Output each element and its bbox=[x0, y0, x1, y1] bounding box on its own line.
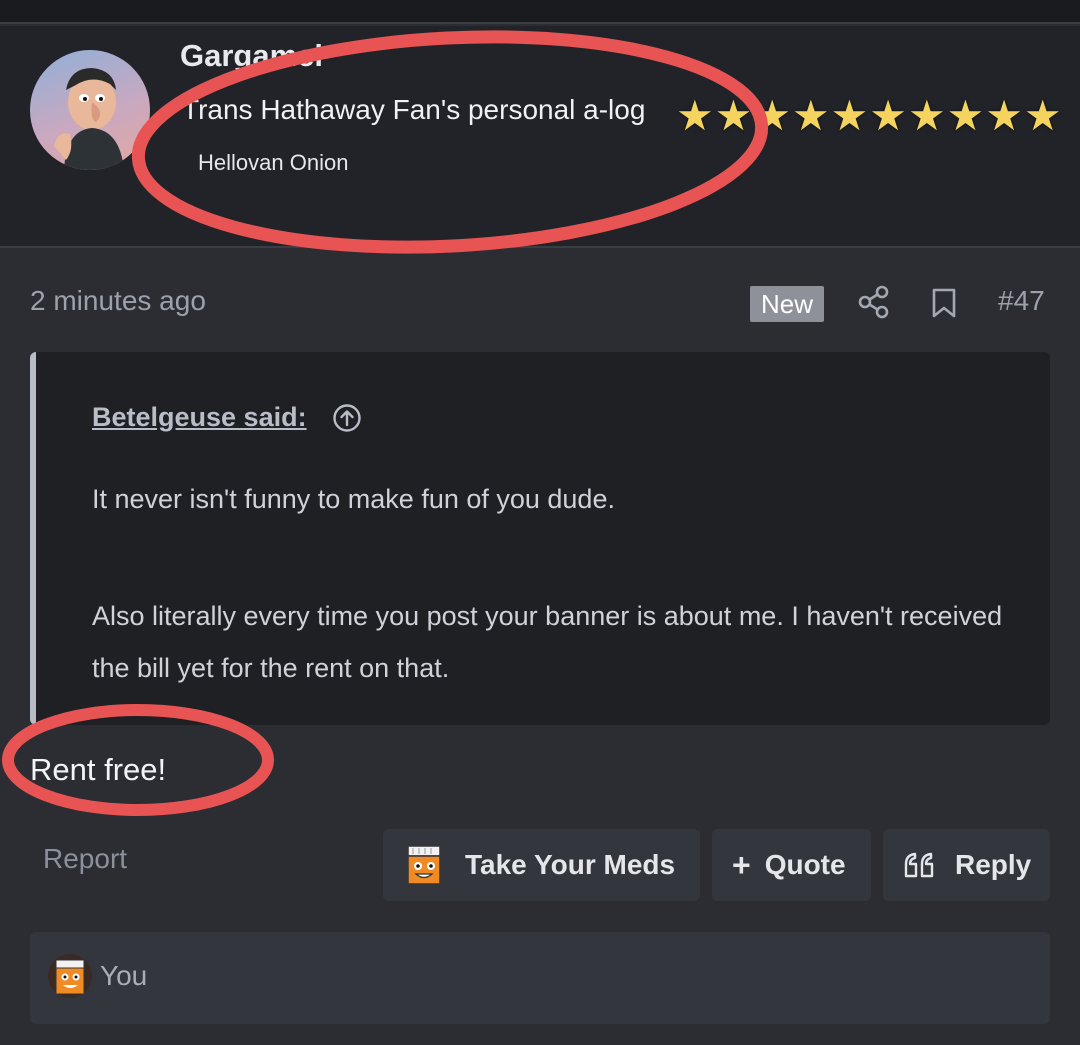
post-number[interactable]: #47 bbox=[998, 285, 1045, 317]
reaction-avatar[interactable] bbox=[48, 954, 92, 998]
bookmark-icon[interactable] bbox=[930, 287, 958, 319]
star-icon: ★ bbox=[676, 91, 714, 140]
star-icon: ★ bbox=[1023, 91, 1062, 140]
post-timestamp[interactable]: 2 minutes ago bbox=[30, 285, 206, 317]
post-body: Rent free! bbox=[30, 752, 167, 787]
star-icon: ★ bbox=[869, 91, 907, 140]
take-your-meds-label: Take Your Meds bbox=[465, 849, 676, 880]
quote-marks-icon bbox=[903, 850, 937, 880]
share-icon[interactable] bbox=[858, 285, 890, 319]
user-title: Trans Hathaway Fan's personal a-log bbox=[182, 94, 646, 125]
username[interactable]: Gargamel bbox=[180, 38, 323, 74]
reactions-bar bbox=[30, 932, 1050, 1024]
star-rating: ★ ★ ★ ★ ★ ★ ★ ★ ★ ★ bbox=[676, 91, 1062, 140]
quote-text: It never isn't funny to make fun of you … bbox=[92, 484, 615, 514]
star-icon: ★ bbox=[985, 91, 1023, 140]
user-subtitle: Hellovan Onion bbox=[198, 150, 349, 175]
plus-icon: + bbox=[732, 846, 751, 883]
top-bar bbox=[0, 0, 1080, 24]
report-link[interactable]: Report bbox=[43, 843, 127, 875]
take-your-meds-button[interactable]: Take Your Meds bbox=[383, 829, 700, 901]
quote-label: Quote bbox=[764, 849, 846, 880]
star-icon: ★ bbox=[714, 91, 753, 140]
arrow-up-circle-icon[interactable] bbox=[332, 403, 362, 433]
star-icon: ★ bbox=[830, 91, 869, 140]
star-icon: ★ bbox=[907, 91, 946, 140]
avatar[interactable] bbox=[30, 50, 150, 170]
quote-button[interactable]: + Quote bbox=[712, 829, 871, 901]
take-your-meds-icon bbox=[405, 844, 443, 886]
star-icon: ★ bbox=[946, 91, 985, 140]
star-icon: ★ bbox=[753, 91, 791, 140]
reaction-you-link[interactable]: You bbox=[100, 960, 147, 992]
reply-button[interactable]: Reply bbox=[883, 829, 1050, 901]
star-icon: ★ bbox=[791, 91, 830, 140]
quote-author-link[interactable]: Betelgeuse said: bbox=[92, 402, 307, 433]
reply-label: Reply bbox=[955, 849, 1032, 880]
quote-text: Also literally every time you post your … bbox=[92, 601, 1003, 683]
new-badge: New bbox=[750, 286, 824, 322]
